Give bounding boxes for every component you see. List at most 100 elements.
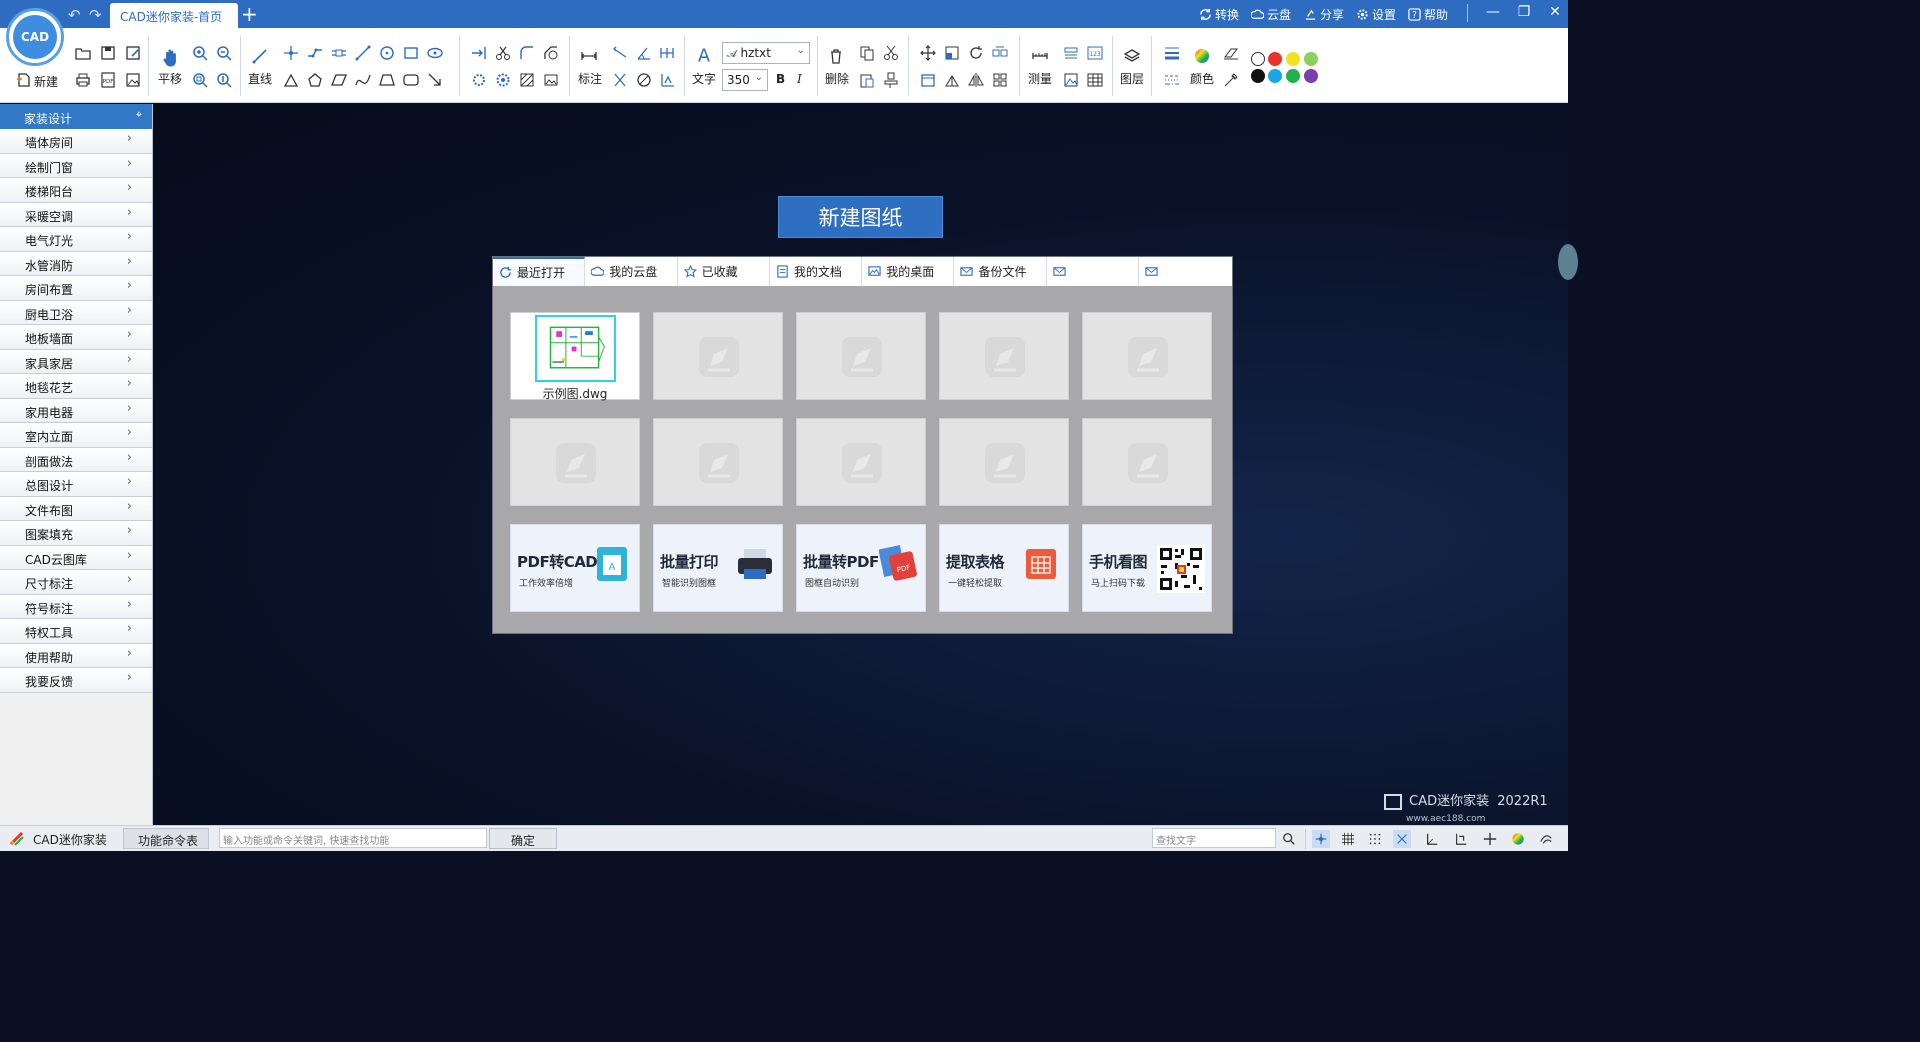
line-type-icon[interactable] — [1162, 70, 1182, 90]
italic-button[interactable]: I — [797, 72, 802, 86]
text-icon[interactable]: A — [693, 44, 715, 66]
font-select[interactable]: 𝓐 hztxt ⌄ — [722, 42, 810, 64]
swatch-white[interactable] — [1251, 52, 1265, 66]
empty-file-slot[interactable] — [796, 312, 926, 400]
sidebar-item[interactable]: 厨电卫浴 › — [0, 300, 152, 325]
sidebar-header[interactable]: 家装设计 ⌖ — [0, 104, 152, 129]
text-label[interactable]: 文字 — [692, 70, 716, 87]
share-link[interactable]: 分享 — [1304, 6, 1344, 23]
tab-favorites[interactable]: 已收藏 — [678, 257, 770, 286]
empty-file-slot[interactable] — [796, 418, 926, 506]
search-icon[interactable] — [1280, 830, 1298, 848]
minimize-icon[interactable]: — — [1483, 4, 1503, 20]
pan-label[interactable]: 平移 — [158, 70, 182, 87]
dot-grid-icon[interactable] — [1366, 830, 1384, 848]
sidebar-item[interactable]: 总图设计 › — [0, 472, 152, 497]
save-as-icon[interactable] — [123, 43, 143, 63]
delete-label[interactable]: 删除 — [825, 70, 849, 87]
cloud-link[interactable]: 云盘 — [1251, 6, 1291, 23]
swatch-green[interactable] — [1286, 69, 1300, 83]
sidebar-item[interactable]: 地板墙面 › — [0, 325, 152, 350]
layer-label[interactable]: 图层 — [1120, 70, 1144, 87]
tab-extra-2[interactable] — [1139, 257, 1231, 286]
color-label[interactable]: 颜色 — [1190, 70, 1214, 87]
sidebar-item[interactable]: 地毯花艺 › — [0, 374, 152, 399]
elevation-dim-icon[interactable] — [658, 70, 678, 90]
sidebar-item[interactable]: 水管消防 › — [0, 251, 152, 276]
confirm-button[interactable]: 确定 — [489, 828, 557, 849]
text-size-select[interactable]: 350 ⌄ — [722, 69, 768, 91]
sidebar-item[interactable]: 室内立面 › — [0, 423, 152, 448]
image-frame-icon[interactable] — [1061, 70, 1081, 90]
cut-icon[interactable] — [881, 43, 901, 63]
dimension-icon[interactable] — [579, 46, 599, 66]
offset-icon[interactable] — [493, 70, 513, 90]
tab-my-cloud[interactable]: 我的云盘 — [585, 257, 678, 286]
polar-icon[interactable] — [1423, 830, 1441, 848]
empty-file-slot[interactable] — [510, 418, 640, 506]
match-prop-icon[interactable] — [881, 70, 901, 90]
erase-style-icon[interactable] — [1221, 43, 1241, 63]
help-link[interactable]: ? 帮助 — [1408, 6, 1448, 23]
snap-icon[interactable] — [1312, 830, 1330, 848]
sidebar-item[interactable]: 符号标注 › — [0, 594, 152, 619]
recent-file-tile[interactable]: 示例图.dwg — [510, 312, 640, 401]
line-icon[interactable] — [250, 46, 270, 66]
color-wheel-status-icon[interactable] — [1509, 830, 1527, 848]
promo-batch-pdf[interactable]: 批量转PDF 图框自动识别 PDF — [796, 524, 926, 612]
dimension-label[interactable]: 标注 — [578, 70, 602, 87]
pdf-icon[interactable]: PDF — [98, 70, 118, 90]
copy-icon[interactable] — [857, 43, 877, 63]
command-search-input[interactable]: 输入功能或命令关键词, 快速查找功能 — [219, 828, 487, 848]
pin-icon[interactable]: ⌖ — [136, 108, 142, 122]
new-drawing-button[interactable]: 新建图纸 — [778, 196, 943, 238]
line-label[interactable]: 直线 — [248, 70, 272, 87]
redo-icon[interactable]: ↷ — [89, 6, 102, 24]
app-logo[interactable]: CAD — [6, 8, 64, 66]
hatch-icon[interactable] — [517, 70, 537, 90]
promo-pdf-to-cad[interactable]: PDF转CAD 工作效率倍增 A — [510, 524, 640, 612]
zoom-extents-icon[interactable] — [190, 70, 210, 90]
pan-hand-icon[interactable] — [159, 46, 183, 70]
measure-label[interactable]: 测量 — [1028, 70, 1052, 87]
insert-image-icon[interactable] — [541, 70, 561, 90]
add-tab-icon[interactable]: + — [241, 2, 258, 26]
tab-my-desktop[interactable]: 我的桌面 — [862, 257, 955, 286]
counter-icon[interactable]: 123 — [1085, 43, 1105, 63]
copy-gear-icon[interactable] — [469, 70, 489, 90]
circle-icon[interactable] — [377, 43, 397, 63]
convert-link[interactable]: 转换 — [1199, 6, 1239, 23]
radius-dim-icon[interactable] — [610, 70, 630, 90]
sidebar-item[interactable]: 使用帮助 › — [0, 643, 152, 668]
sidebar-item[interactable]: 剖面做法 › — [0, 447, 152, 472]
tab-my-documents[interactable]: 我的文档 — [770, 257, 863, 286]
extend-icon[interactable] — [469, 43, 489, 63]
swatch-black[interactable] — [1251, 69, 1265, 83]
crosshair-icon[interactable] — [1481, 830, 1499, 848]
layer-state-icon[interactable] — [1537, 830, 1555, 848]
empty-file-slot[interactable] — [1082, 418, 1212, 506]
find-text-input[interactable]: 查找文字 — [1152, 828, 1276, 848]
sidebar-item[interactable]: 电气灯光 › — [0, 227, 152, 252]
trim-icon[interactable] — [493, 43, 513, 63]
save-icon[interactable] — [98, 43, 118, 63]
swatch-light-green[interactable] — [1304, 52, 1318, 66]
sidebar-item[interactable]: 采暖空调 › — [0, 202, 152, 227]
new-file-icon[interactable] — [14, 70, 34, 90]
aligned-dim-icon[interactable] — [610, 43, 630, 63]
mirror-icon[interactable] — [966, 70, 986, 90]
empty-file-slot[interactable] — [653, 312, 783, 400]
array-icon[interactable] — [990, 43, 1010, 63]
diameter-dim-icon[interactable] — [634, 70, 654, 90]
zoom-window-icon[interactable] — [214, 70, 234, 90]
tab-recent[interactable]: 最近打开 — [493, 257, 586, 286]
triangle-icon[interactable] — [281, 70, 301, 90]
spline-icon[interactable] — [353, 70, 373, 90]
grid-icon[interactable] — [1339, 830, 1357, 848]
crosshair-node-icon[interactable] — [281, 43, 301, 63]
ucs-icon[interactable] — [1452, 830, 1470, 848]
angle-dim-icon[interactable] — [634, 43, 654, 63]
promo-batch-print[interactable]: 批量打印 智能识别图框 — [653, 524, 783, 612]
undo-icon[interactable]: ↶ — [68, 6, 81, 24]
zoom-out-icon[interactable] — [214, 43, 234, 63]
